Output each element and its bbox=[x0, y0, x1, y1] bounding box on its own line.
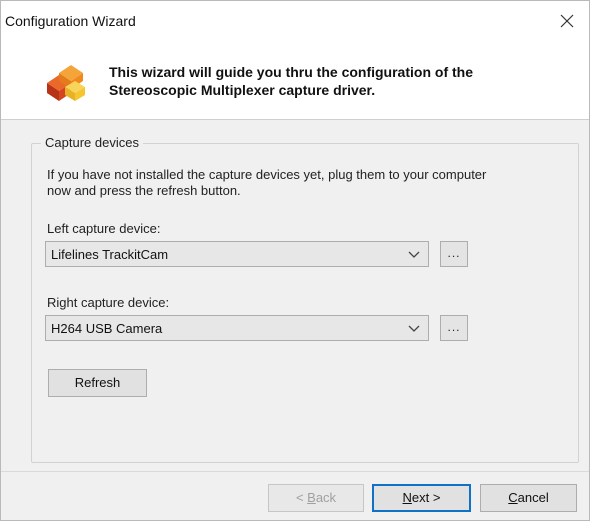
left-capture-value: Lifelines TrackitCam bbox=[51, 247, 169, 262]
back-button-rest: ack bbox=[315, 490, 337, 505]
wizard-description-line2: Stereoscopic Multiplexer capture driver. bbox=[109, 82, 376, 98]
next-button[interactable]: Next > bbox=[372, 484, 471, 512]
left-capture-browse-button[interactable]: ... bbox=[440, 241, 468, 267]
right-capture-value: H264 USB Camera bbox=[51, 321, 163, 336]
close-icon bbox=[560, 14, 574, 28]
cancel-button-mnemonic: C bbox=[508, 490, 518, 505]
wizard-description-line1: This wizard will guide you thru the conf… bbox=[109, 64, 473, 80]
wizard-header: This wizard will guide you thru the conf… bbox=[1, 41, 589, 120]
title-bar[interactable]: Configuration Wizard bbox=[1, 1, 589, 41]
close-button[interactable] bbox=[545, 1, 589, 41]
cancel-button-rest: ancel bbox=[517, 490, 549, 505]
back-button[interactable]: < Back bbox=[268, 484, 364, 512]
wizard-description: This wizard will guide you thru the conf… bbox=[109, 63, 549, 99]
left-capture-label: Left capture device: bbox=[47, 221, 161, 236]
next-button-mnemonic: N bbox=[402, 490, 412, 505]
chevron-down-icon bbox=[408, 325, 420, 332]
back-button-prefix: < bbox=[295, 490, 308, 505]
right-capture-browse-button[interactable]: ... bbox=[440, 315, 468, 341]
wizard-cubes-icon bbox=[47, 65, 85, 101]
footer-separator bbox=[1, 471, 589, 472]
window-title: Configuration Wizard bbox=[5, 13, 136, 29]
right-capture-select[interactable]: H264 USB Camera bbox=[45, 315, 429, 341]
back-button-mnemonic: B bbox=[307, 490, 316, 505]
cancel-button[interactable]: Cancel bbox=[480, 484, 577, 512]
next-button-rest: ext > bbox=[411, 490, 441, 505]
capture-devices-legend: Capture devices bbox=[41, 135, 143, 150]
instructions-line1: If you have not installed the capture de… bbox=[47, 167, 487, 182]
instructions-text: If you have not installed the capture de… bbox=[47, 167, 557, 199]
configuration-wizard-window: Configuration Wizard This wizard will gu… bbox=[0, 0, 590, 521]
chevron-down-icon bbox=[408, 251, 420, 258]
instructions-line2: now and press the refresh button. bbox=[47, 183, 241, 198]
refresh-button[interactable]: Refresh bbox=[48, 369, 147, 397]
right-capture-label: Right capture device: bbox=[47, 295, 170, 310]
left-capture-select[interactable]: Lifelines TrackitCam bbox=[45, 241, 429, 267]
